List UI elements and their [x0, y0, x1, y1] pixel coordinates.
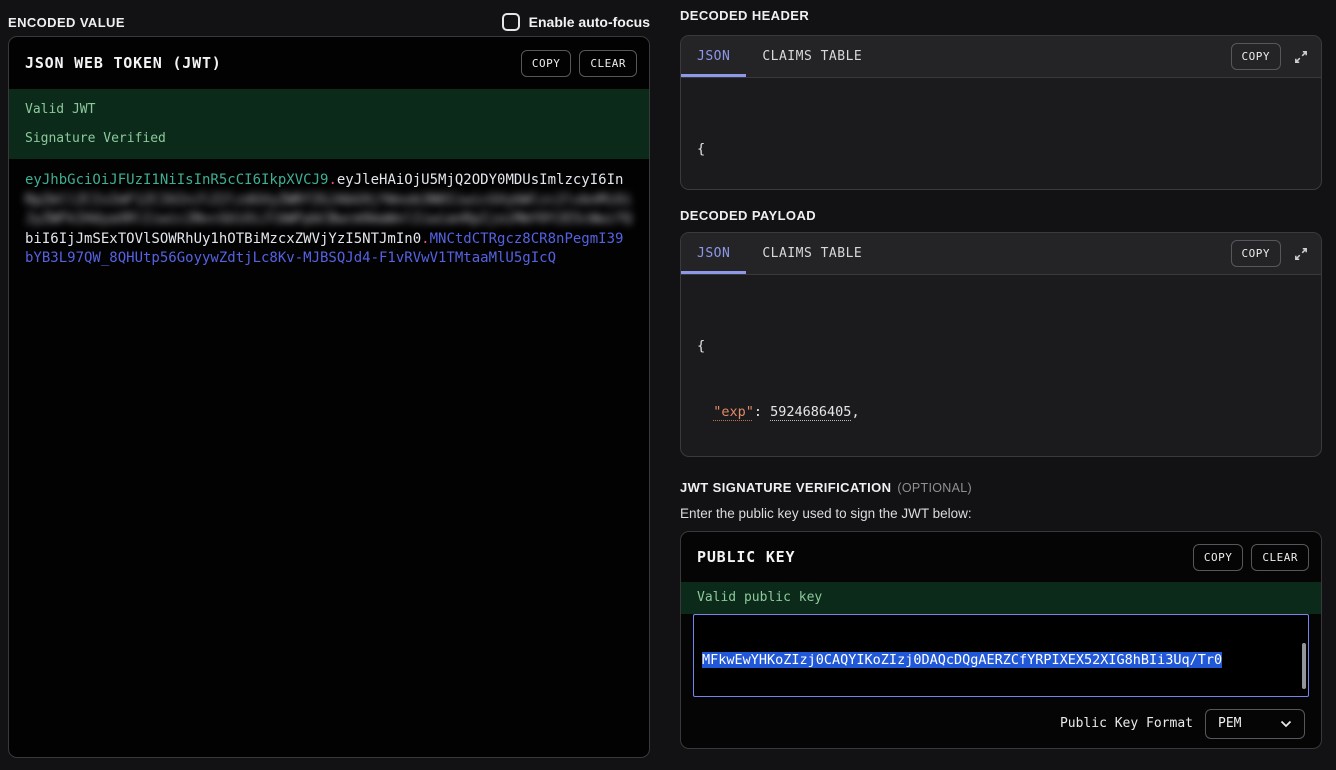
autofocus-checkbox[interactable]: [502, 13, 520, 31]
decoded-header-tabs: JSON CLAIMS TABLE COPY: [681, 36, 1321, 78]
public-key-card: PUBLIC KEY COPY CLEAR Valid public key M…: [680, 531, 1322, 749]
jwt-valid-status: Valid JWT: [25, 102, 633, 117]
header-expand-button[interactable]: [1293, 49, 1309, 65]
decoded-payload-heading: DECODED PAYLOAD: [680, 208, 1322, 223]
payload-copy-button[interactable]: COPY: [1231, 240, 1282, 267]
expand-icon: [1293, 49, 1309, 65]
json-comma: ,: [851, 404, 859, 420]
json-open-brace: {: [697, 138, 1305, 160]
token-header-segment: eyJhbGciOiJFUzI1NiIsInR5cCI6IkpXVCJ9: [25, 172, 328, 188]
autofocus-label: Enable auto-focus: [529, 14, 650, 30]
token-dot-1: .: [328, 172, 336, 188]
public-key-clear-button[interactable]: CLEAR: [1251, 544, 1309, 571]
public-key-copy-button[interactable]: COPY: [1193, 544, 1244, 571]
public-key-format-value: PEM: [1218, 716, 1241, 731]
token-signature-part1: MNCtdCTRgcz8CR8nPegmI39: [430, 231, 624, 247]
header-json-editor[interactable]: { "alg": "ES256", "typ": "JWT" }: [681, 78, 1321, 190]
public-key-description: Enter the public key used to sign the JW…: [680, 505, 1322, 523]
token-redacted-segment: RpZmllZCIsImF1ZCI6InJlZ2lzdGVyZWRfZGJAbG…: [25, 191, 633, 230]
chevron-down-icon: [1280, 720, 1292, 728]
tab-header-json[interactable]: JSON: [681, 36, 746, 77]
decoded-payload-tabs: JSON CLAIMS TABLE COPY: [681, 233, 1321, 275]
jwt-card-title: JSON WEB TOKEN (JWT): [25, 54, 513, 72]
decoded-header-card: JSON CLAIMS TABLE COPY { "alg": "ES256",…: [680, 35, 1322, 190]
json-value-exp[interactable]: 5924686405: [770, 404, 851, 420]
tab-header-claims-table[interactable]: CLAIMS TABLE: [746, 36, 878, 77]
json-colon: :: [754, 404, 770, 420]
decoded-column: DECODED HEADER JSON CLAIMS TABLE COPY { …: [680, 0, 1322, 749]
token-payload-end: biI6IjJmSExTOVlSOWRhUy1hOTBiMzcxZWVjYzI5…: [25, 231, 421, 247]
decoded-header-heading: DECODED HEADER: [680, 8, 1322, 23]
jwt-copy-button[interactable]: COPY: [521, 50, 572, 77]
jwt-editor-card: JSON WEB TOKEN (JWT) COPY CLEAR Valid JW…: [8, 36, 650, 758]
token-payload-start: eyJleHAiOjU5MjQ2ODY0MDUsImlzcyI6In: [337, 172, 624, 188]
signature-verification-heading: JWT SIGNATURE VERIFICATION: [680, 480, 891, 495]
tab-payload-json[interactable]: JSON: [681, 233, 746, 274]
public-key-status-banner: Valid public key: [681, 582, 1321, 614]
expand-icon: [1293, 246, 1309, 262]
tab-payload-claims-table[interactable]: CLAIMS TABLE: [746, 233, 878, 274]
payload-json-editor[interactable]: { "exp": 5924686405, "iss": "zzz", "matc…: [681, 275, 1321, 457]
jwt-signature-status: Signature Verified: [25, 131, 633, 146]
jwt-token-editor[interactable]: eyJhbGciOiJFUzI1NiIsInR5cCI6IkpXVCJ9.eyJ…: [9, 159, 649, 281]
optional-label: (OPTIONAL): [897, 481, 972, 495]
json-open-brace: {: [697, 335, 1305, 357]
jwt-clear-button[interactable]: CLEAR: [579, 50, 637, 77]
header-copy-button[interactable]: COPY: [1231, 43, 1282, 70]
json-key-exp[interactable]: "exp": [713, 404, 754, 420]
token-dot-2: .: [421, 231, 429, 247]
jwt-status-banner: Valid JWT Signature Verified: [9, 89, 649, 159]
decoded-payload-card: JSON CLAIMS TABLE COPY { "exp": 59246864…: [680, 232, 1322, 457]
payload-expand-button[interactable]: [1293, 246, 1309, 262]
enable-autofocus-control[interactable]: Enable auto-focus: [502, 13, 650, 31]
token-signature-part2: bYB3L97QW_8QHUtp56GoyywZdtjLc8Kv-MJBSQJd…: [25, 250, 556, 266]
public-key-format-select[interactable]: PEM: [1205, 709, 1305, 739]
public-key-line-1: MFkwEwYHKoZIzj0CAQYIKoZIzj0DAQcDQgAERZCf…: [702, 652, 1222, 668]
encoded-value-heading: ENCODED VALUE: [8, 15, 125, 30]
public-key-scrollbar[interactable]: [1302, 643, 1306, 689]
public-key-textarea[interactable]: MFkwEwYHKoZIzj0CAQYIKoZIzj0DAQcDQgAERZCf…: [693, 614, 1309, 697]
public-key-format-label: Public Key Format: [1060, 716, 1193, 731]
public-key-card-title: PUBLIC KEY: [697, 548, 1185, 566]
encoded-column: ENCODED VALUE Enable auto-focus JSON WEB…: [8, 0, 650, 758]
